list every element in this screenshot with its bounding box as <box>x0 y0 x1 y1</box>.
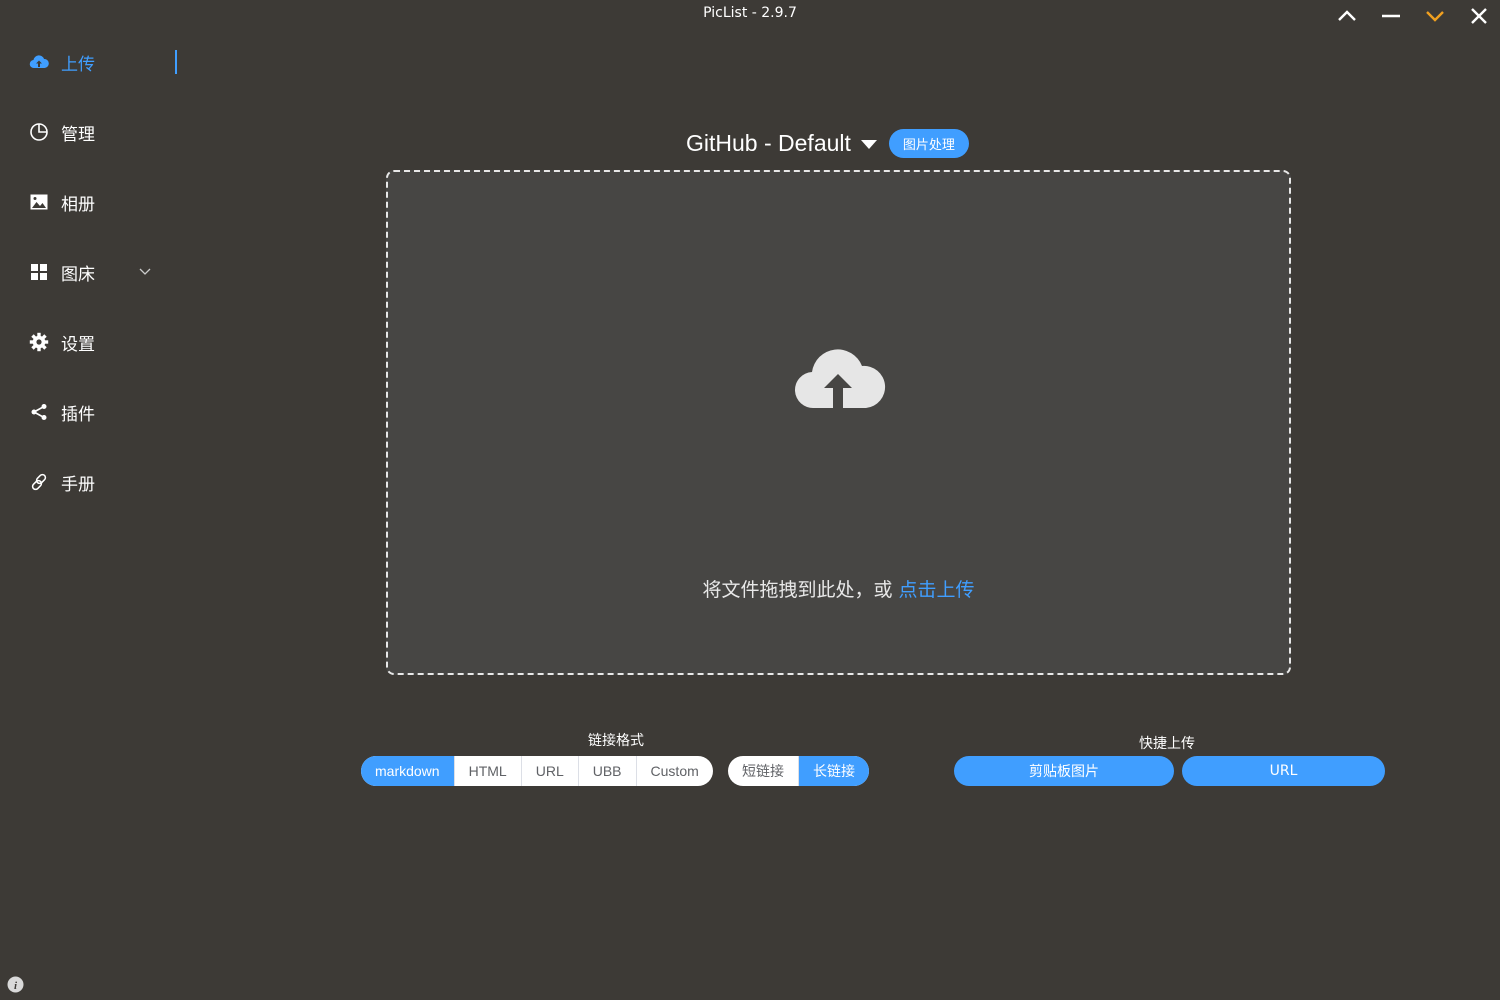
sidebar-item-upload[interactable]: 上传 <box>28 42 178 82</box>
info-icon[interactable]: i <box>7 976 24 993</box>
format-option-markdown[interactable]: markdown <box>361 756 455 786</box>
url-upload-button[interactable]: URL <box>1182 756 1385 786</box>
sidebar-item-manual[interactable]: 手册 <box>28 462 178 502</box>
click-upload-link[interactable]: 点击上传 <box>899 579 975 601</box>
sidebar: 上传 管理 相册 图床 设置 插件 手册 <box>0 30 180 970</box>
sidebar-item-gallery[interactable]: 相册 <box>28 182 178 222</box>
cloud-upload-icon <box>28 51 50 73</box>
minimize-icon[interactable] <box>1376 4 1406 28</box>
picbed-name[interactable]: GitHub - Default <box>686 130 851 157</box>
format-option-html[interactable]: HTML <box>455 756 522 786</box>
link-length-group: 短链接 长链接 <box>728 756 869 786</box>
sidebar-item-settings[interactable]: 设置 <box>28 322 178 362</box>
chevron-down-icon[interactable] <box>1420 4 1450 28</box>
gear-icon <box>28 331 50 353</box>
short-link-option[interactable]: 短链接 <box>728 756 799 786</box>
close-icon[interactable] <box>1464 4 1494 28</box>
share-icon <box>28 401 50 423</box>
sidebar-item-plugins[interactable]: 插件 <box>28 392 178 432</box>
sidebar-item-label: 设置 <box>61 334 95 355</box>
clipboard-upload-button[interactable]: 剪贴板图片 <box>954 756 1174 786</box>
link-icon <box>28 471 50 493</box>
window-controls <box>1332 4 1494 28</box>
cloud-upload-icon <box>794 349 886 409</box>
upload-dropzone[interactable]: 将文件拖拽到此处，或 点击上传 <box>386 170 1291 675</box>
link-format-group: markdown HTML URL UBB Custom <box>361 756 713 786</box>
title-bar: PicList - 2.9.7 <box>0 0 1500 30</box>
grid-icon <box>28 261 50 283</box>
link-format-title: 链接格式 <box>588 733 644 749</box>
sidebar-item-manage[interactable]: 管理 <box>28 112 178 152</box>
quick-upload-title: 快捷上传 <box>1139 736 1195 752</box>
sidebar-item-label: 手册 <box>61 474 95 495</box>
drop-hint: 将文件拖拽到此处，或 点击上传 <box>388 575 1289 602</box>
sidebar-item-label: 上传 <box>61 54 95 75</box>
picbed-selector: GitHub - Default 图片处理 <box>686 126 969 160</box>
format-option-custom[interactable]: Custom <box>637 756 713 786</box>
caret-down-icon[interactable] <box>860 139 877 149</box>
app-title: PicList - 2.9.7 <box>703 5 797 21</box>
sidebar-item-label: 图床 <box>61 264 95 285</box>
image-process-button[interactable]: 图片处理 <box>888 128 969 158</box>
chevron-down-icon <box>139 268 151 275</box>
long-link-option[interactable]: 长链接 <box>799 756 869 786</box>
format-option-ubb[interactable]: UBB <box>579 756 637 786</box>
format-option-url[interactable]: URL <box>522 756 579 786</box>
drop-hint-text: 将文件拖拽到此处，或 <box>702 579 899 601</box>
sidebar-item-picbed[interactable]: 图床 <box>28 252 178 292</box>
pie-chart-icon <box>28 121 50 143</box>
sidebar-item-label: 管理 <box>61 124 95 145</box>
image-icon <box>28 191 50 213</box>
active-indicator <box>175 50 177 74</box>
chevron-up-icon[interactable] <box>1332 4 1362 28</box>
sidebar-item-label: 插件 <box>61 404 95 425</box>
sidebar-item-label: 相册 <box>61 194 95 215</box>
